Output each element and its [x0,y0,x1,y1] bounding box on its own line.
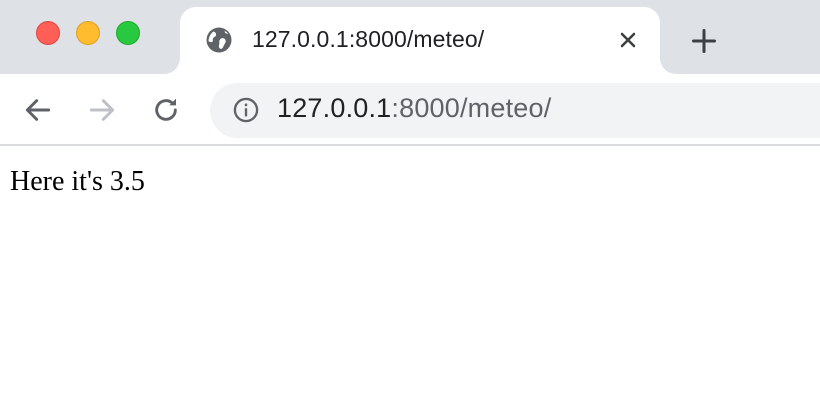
forward-arrow-icon[interactable] [86,94,118,126]
url-text[interactable]: 127.0.0.1:8000/meteo/ [277,93,551,124]
page-text: Here it's 3.5 [10,166,145,197]
reload-icon[interactable] [150,94,182,126]
info-icon[interactable] [232,96,260,124]
page-content: Here it's 3.5 [0,148,820,414]
tab-title: 127.0.0.1:8000/meteo/ [252,26,485,52]
back-arrow-icon[interactable] [22,94,54,126]
browser-toolbar: 127.0.0.1:8000/meteo/ [0,74,820,146]
url-host: 127.0.0.1 [277,93,392,123]
globe-icon [206,27,232,53]
plus-icon[interactable] [690,27,718,55]
address-bar[interactable]: 127.0.0.1:8000/meteo/ [210,83,820,138]
tab-strip: 127.0.0.1:8000/meteo/ [0,0,820,74]
close-icon[interactable] [616,28,640,52]
window-minimize-button[interactable] [76,21,100,45]
window-close-button[interactable] [36,21,60,45]
url-path: :8000/meteo/ [391,93,552,123]
browser-tab[interactable]: 127.0.0.1:8000/meteo/ [180,7,660,74]
window-maximize-button[interactable] [116,21,140,45]
